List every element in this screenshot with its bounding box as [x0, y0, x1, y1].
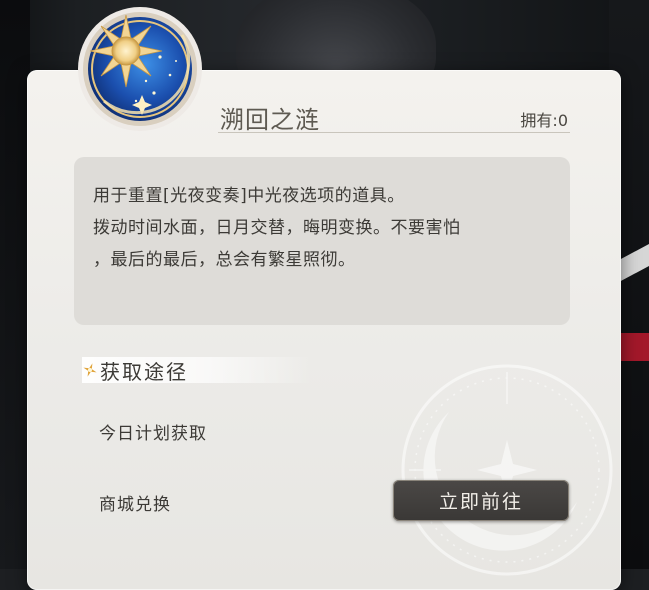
- background-pillar-left: [0, 0, 30, 569]
- item-title-row: 溯回之涟 拥有:0: [218, 100, 570, 134]
- source-shop-exchange: 商城兑换: [99, 495, 171, 515]
- background-red-strip: [619, 333, 649, 361]
- description-panel: 用于重置[光夜变奏]中光夜选项的道具。 拨动时间水面，日月交替，晦明变换。不要害…: [74, 157, 570, 325]
- owned-number: 0: [557, 111, 568, 130]
- description-line-3: ，最后的最后，总会有繁星照彻。: [93, 250, 356, 270]
- owned-count: 拥有:0: [520, 107, 568, 131]
- description-line-2: 拨动时间水面，日月交替，晦明变换。不要害怕: [93, 218, 461, 238]
- moon-star-emblem-icon: [401, 364, 613, 576]
- description-line-1: 用于重置[光夜变奏]中光夜选项的道具。: [93, 186, 405, 206]
- sparkle-icon: [83, 363, 97, 377]
- acquire-section-header: 获取途径: [82, 356, 362, 384]
- source-daily-plan: 今日计划获取: [99, 424, 207, 444]
- sun-moon-star-orb-icon: [78, 7, 202, 131]
- go-now-button[interactable]: 立即前往: [393, 480, 569, 521]
- owned-label: 拥有:: [520, 111, 558, 130]
- item-name: 溯回之涟: [220, 106, 320, 134]
- acquire-heading: 获取途径: [100, 360, 188, 384]
